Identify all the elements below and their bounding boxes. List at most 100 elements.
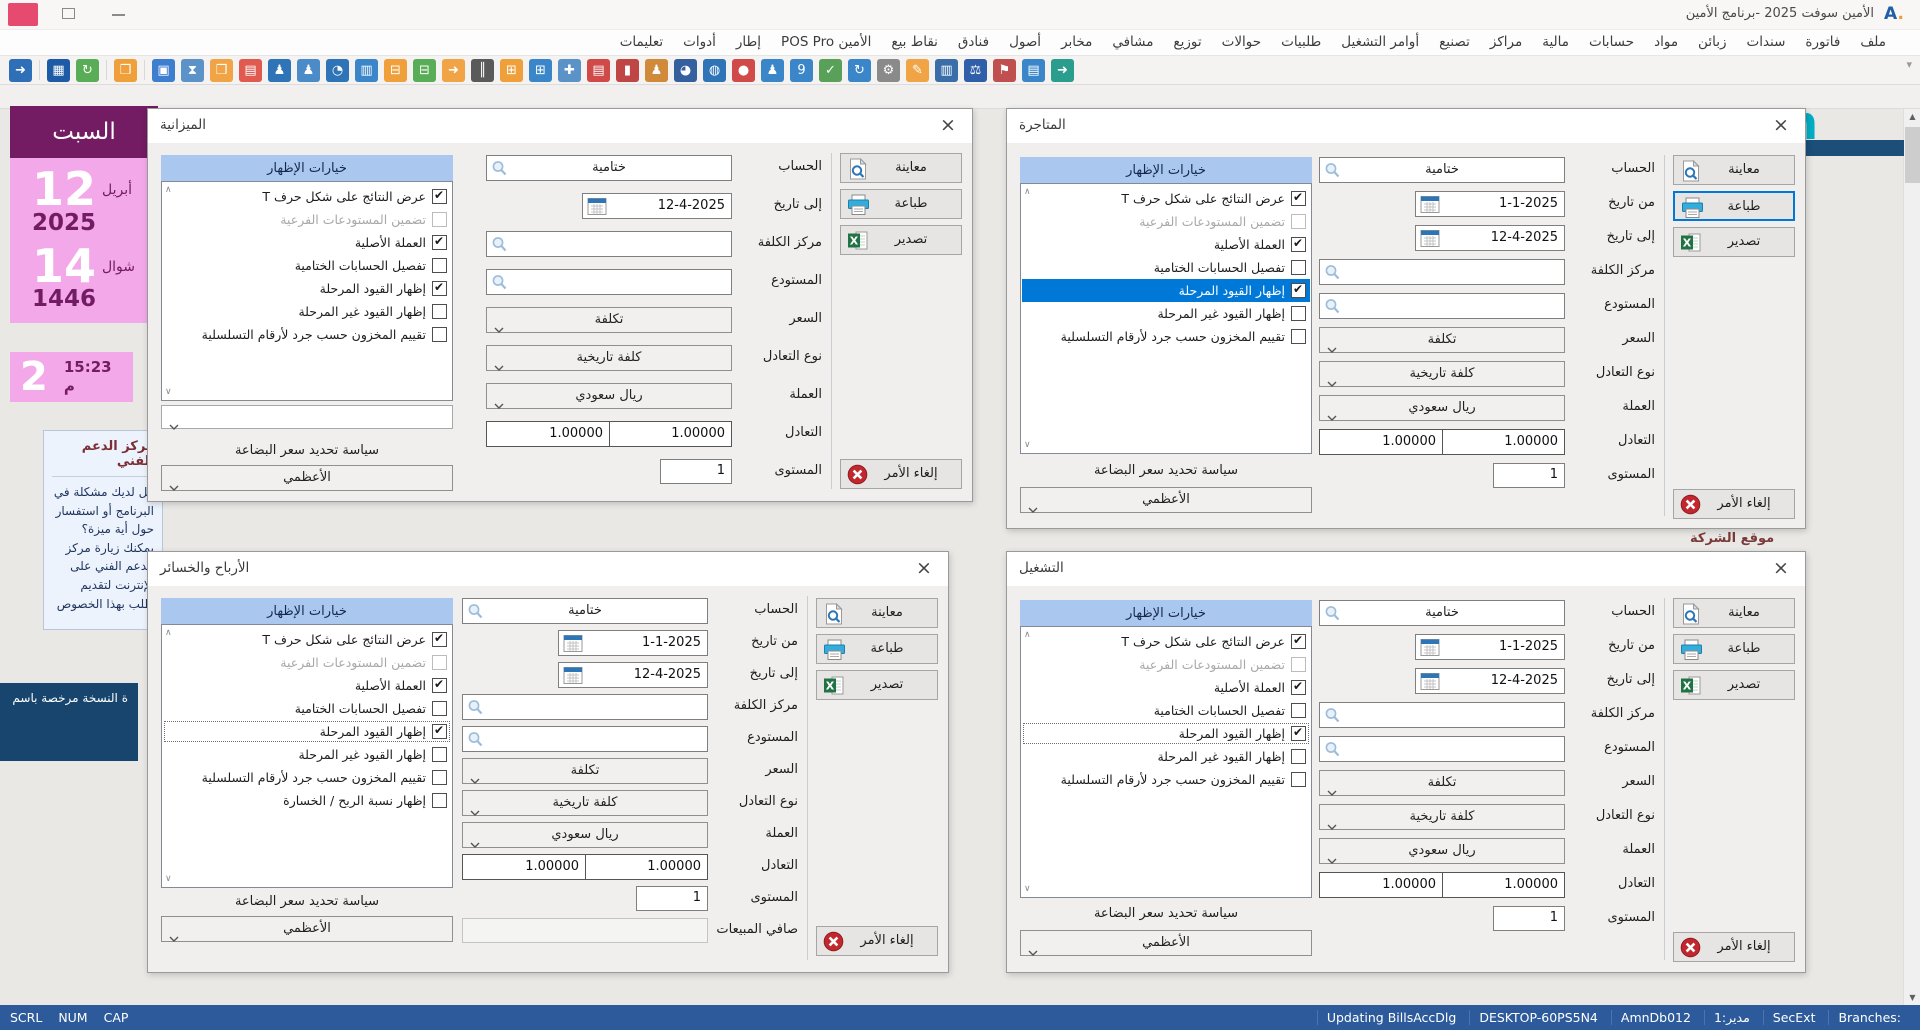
checkbox-icon[interactable] bbox=[432, 655, 447, 670]
print-button[interactable]: طباعة bbox=[840, 189, 962, 219]
pie-chart-icon[interactable]: ◕ bbox=[674, 59, 697, 82]
preview-button[interactable]: معاينة bbox=[1673, 598, 1795, 628]
parity-value-2[interactable]: 1.00000 bbox=[486, 421, 610, 447]
checkbox-checked-icon[interactable]: ✔ bbox=[432, 281, 447, 296]
doc-red-icon[interactable]: ▤ bbox=[587, 59, 610, 82]
preview-button[interactable]: معاينة bbox=[816, 598, 938, 628]
checkbox-row[interactable]: تقييم المخزون حسب جرد لأرقام التسلسلية bbox=[1022, 325, 1310, 348]
scroll-down-icon[interactable]: ∨ bbox=[165, 874, 172, 884]
checkbox-row[interactable]: ✔العملة الأصلية bbox=[163, 231, 451, 254]
scroll-up-icon[interactable]: ▲ bbox=[1904, 112, 1920, 121]
page-blue-icon[interactable]: ▤ bbox=[1022, 59, 1045, 82]
export-button[interactable]: Xتصدير bbox=[816, 670, 938, 700]
app-window-icon[interactable]: ▣ bbox=[152, 59, 175, 82]
menu-item-10[interactable]: طلبيات bbox=[1271, 30, 1331, 55]
menu-item-5[interactable]: حسابات bbox=[1579, 30, 1644, 55]
level-field[interactable]: 1 bbox=[636, 886, 708, 911]
checkbox-icon[interactable] bbox=[432, 770, 447, 785]
menu-item-3[interactable]: زبائن bbox=[1688, 30, 1736, 55]
menu-item-12[interactable]: توزيع bbox=[1163, 30, 1211, 55]
calculator-icon[interactable]: ▦ bbox=[47, 59, 70, 82]
parity-value-1[interactable]: 1.00000 bbox=[1442, 872, 1565, 898]
checkbox-row[interactable]: تقييم المخزون حسب جرد لأرقام التسلسلية bbox=[1022, 768, 1310, 791]
checkbox-icon[interactable] bbox=[432, 258, 447, 273]
search-icon[interactable] bbox=[466, 698, 485, 721]
pricing-policy-dropdown[interactable]: الأعظمي bbox=[1020, 930, 1312, 956]
display-options-list[interactable]: ∧∨✔عرض النتائج على شكل حرف Tتضمين المستو… bbox=[1020, 183, 1312, 454]
search-icon[interactable] bbox=[466, 730, 485, 753]
menu-item-15[interactable]: أصول bbox=[999, 30, 1051, 55]
app-button-icon[interactable] bbox=[8, 3, 38, 26]
user-badge-icon[interactable]: 9 bbox=[790, 59, 813, 82]
grid-orange-icon[interactable]: ⊞ bbox=[500, 59, 523, 82]
search-icon[interactable] bbox=[1323, 740, 1342, 763]
scroll-up-icon[interactable]: ∧ bbox=[1024, 630, 1031, 640]
dropdown-العملة[interactable]: ريال سعودي bbox=[1319, 395, 1565, 421]
checkbox-checked-icon[interactable]: ✔ bbox=[432, 235, 447, 250]
checkbox-checked-icon[interactable]: ✔ bbox=[1291, 726, 1306, 741]
menu-item-1[interactable]: فاتورة bbox=[1795, 30, 1850, 55]
dropdown-السعر[interactable]: تكلفة bbox=[1319, 327, 1565, 353]
checkbox-row[interactable]: ✔إظهار القيود المرحلة bbox=[163, 720, 451, 743]
date-field[interactable]: 1-1-2025 bbox=[1415, 191, 1565, 217]
dropdown-السعر[interactable]: تكلفة bbox=[486, 307, 732, 333]
monitor-icon[interactable]: ▥ bbox=[935, 59, 958, 82]
parity-value-2[interactable]: 1.00000 bbox=[462, 854, 586, 880]
dropdown-نوع التعادل[interactable]: كلفة تاريخية bbox=[486, 345, 732, 371]
calendar-icon[interactable] bbox=[1420, 195, 1440, 218]
level-field[interactable]: 1 bbox=[660, 459, 732, 484]
open-form-icon[interactable]: ➜ bbox=[9, 59, 32, 82]
print-button[interactable]: طباعة bbox=[816, 634, 938, 664]
checkbox-icon[interactable] bbox=[432, 212, 447, 227]
checkbox-row[interactable]: تقييم المخزون حسب جرد لأرقام التسلسلية bbox=[163, 323, 451, 346]
checkbox-row[interactable]: ✔العملة الأصلية bbox=[163, 674, 451, 697]
folder-icon[interactable]: ❒ bbox=[114, 59, 137, 82]
fax-icon[interactable]: ▥ bbox=[355, 59, 378, 82]
page-copy-icon[interactable]: ▤ bbox=[239, 59, 262, 82]
checkbox-icon[interactable] bbox=[432, 327, 447, 342]
checkbox-checked-icon[interactable]: ✔ bbox=[432, 724, 447, 739]
close-icon[interactable]: × bbox=[1769, 557, 1793, 579]
search-field[interactable] bbox=[1319, 259, 1565, 285]
export-button[interactable]: Xتصدير bbox=[1673, 227, 1795, 257]
checkbox-row[interactable]: تضمين المستودعات الفرعية bbox=[1022, 210, 1310, 233]
search-field[interactable]: ختامية bbox=[486, 155, 732, 181]
checkbox-checked-icon[interactable]: ✔ bbox=[432, 189, 447, 204]
checkbox-row[interactable]: تضمين المستودعات الفرعية bbox=[163, 651, 451, 674]
toolbar-overflow-icon[interactable]: ▾ bbox=[1906, 58, 1912, 71]
print-button[interactable]: طباعة bbox=[1673, 191, 1795, 221]
search-field[interactable] bbox=[1319, 293, 1565, 319]
preview-button[interactable]: معاينة bbox=[840, 153, 962, 183]
chevron-down-icon[interactable] bbox=[169, 415, 179, 434]
search-field[interactable] bbox=[1319, 702, 1565, 728]
calendar-add-icon[interactable]: ⊞ bbox=[529, 59, 552, 82]
calendar-icon[interactable] bbox=[587, 197, 607, 220]
menu-item-9[interactable]: أوامر التشغيل bbox=[1331, 30, 1429, 55]
scroll-down-icon[interactable]: ▼ bbox=[1904, 993, 1920, 1002]
calendar-icon[interactable] bbox=[1420, 672, 1440, 695]
search-icon[interactable] bbox=[1323, 263, 1342, 286]
background-scrollbar[interactable]: ▲ ▼ bbox=[1903, 109, 1920, 1005]
calendar-icon[interactable] bbox=[1420, 638, 1440, 661]
restore-window-icon[interactable] bbox=[62, 8, 75, 19]
checkbox-row[interactable]: تفصيل الحسابات الختامية bbox=[163, 697, 451, 720]
checkbox-row[interactable]: تفصيل الحسابات الختامية bbox=[1022, 699, 1310, 722]
parity-value-2[interactable]: 1.00000 bbox=[1319, 429, 1443, 455]
menu-item-21[interactable]: تعليمات bbox=[610, 30, 673, 55]
send-icon[interactable]: ➜ bbox=[442, 59, 465, 82]
globe-icon[interactable]: ◍ bbox=[703, 59, 726, 82]
search-field[interactable]: ختامية bbox=[462, 598, 708, 624]
checkbox-row[interactable]: إظهار نسبة الربح / الخسارة bbox=[163, 789, 451, 812]
menu-item-17[interactable]: نقاط بيع bbox=[881, 30, 948, 55]
exit-door-icon[interactable]: ➜ bbox=[1051, 59, 1074, 82]
parity-value-1[interactable]: 1.00000 bbox=[609, 421, 732, 447]
checkbox-checked-icon[interactable]: ✔ bbox=[1291, 237, 1306, 252]
search-icon[interactable] bbox=[490, 273, 509, 296]
parity-value-2[interactable]: 1.00000 bbox=[1319, 872, 1443, 898]
dropdown-نوع التعادل[interactable]: كلفة تاريخية bbox=[462, 790, 708, 816]
checkbox-row[interactable]: تضمين المستودعات الفرعية bbox=[163, 208, 451, 231]
clock-icon[interactable]: ◔ bbox=[326, 59, 349, 82]
date-field[interactable]: 12-4-2025 bbox=[582, 193, 732, 219]
page-add-icon[interactable]: ✚ bbox=[558, 59, 581, 82]
menu-item-14[interactable]: مخابر bbox=[1051, 30, 1102, 55]
